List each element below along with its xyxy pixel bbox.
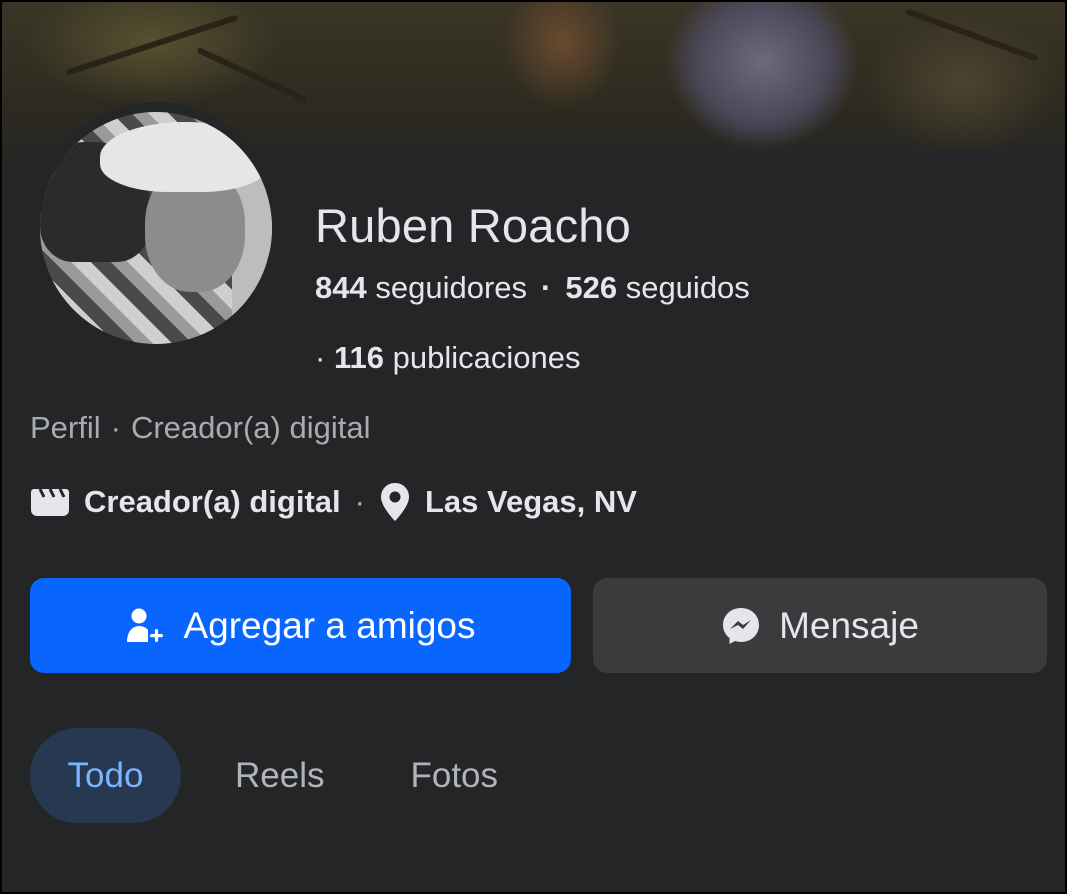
message-label: Mensaje — [779, 604, 919, 646]
intro-separator: · — [354, 484, 365, 519]
tab-todo[interactable]: Todo — [30, 728, 181, 823]
add-friend-button[interactable]: Agregar a amigos — [30, 578, 571, 673]
add-friend-label: Agregar a amigos — [183, 604, 476, 646]
posts-separator: · — [315, 340, 326, 375]
stats-separator: · — [541, 270, 552, 305]
profile-type: Perfil — [30, 410, 101, 445]
messenger-icon — [721, 606, 761, 646]
add-person-icon — [125, 606, 165, 646]
profile-tabs: Todo Reels Fotos — [30, 728, 498, 823]
location-pin-icon — [379, 482, 411, 522]
clapperboard-icon — [30, 486, 70, 518]
intro-category: Creador(a) digital — [84, 484, 341, 519]
intro-location[interactable]: Las Vegas, NV — [425, 484, 637, 520]
tab-fotos[interactable]: Fotos — [410, 728, 498, 823]
following-link[interactable]: 526 seguidos — [565, 270, 749, 305]
meta-separator: · — [110, 410, 121, 445]
message-button[interactable]: Mensaje — [593, 578, 1047, 673]
profile-avatar[interactable] — [40, 112, 272, 344]
followers-link[interactable]: 844 seguidores — [315, 270, 527, 305]
posts-count-text: 116 publicaciones — [333, 340, 581, 375]
tab-reels[interactable]: Reels — [235, 728, 324, 823]
profile-screen: Ruben Roacho 844 seguidores · 526 seguidos… — [0, 0, 1067, 894]
profile-name: Ruben Roacho — [315, 199, 631, 252]
profile-intro: Creador(a) digital · Las Vegas, NV — [30, 480, 637, 524]
profile-meta: Perfil · Creador(a) digital — [30, 410, 370, 446]
posts-stats: · 116 publicaciones — [315, 340, 580, 376]
follow-stats: 844 seguidores · 526 seguidos — [315, 270, 750, 306]
profile-category-meta: Creador(a) digital — [130, 410, 371, 445]
